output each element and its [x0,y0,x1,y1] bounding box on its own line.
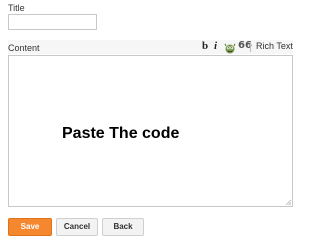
toolbar-divider [250,42,251,52]
bold-button[interactable]: b [202,40,208,52]
back-button[interactable]: Back [102,218,144,236]
monster-icon-svg [224,43,236,54]
content-text: Paste The code [62,125,180,142]
content-label: Content [8,43,40,53]
title-label: Title [8,3,25,13]
rich-text-tab[interactable]: Rich Text [256,41,293,51]
italic-button[interactable]: i [214,40,217,52]
save-button[interactable]: Save [8,218,52,236]
title-input[interactable] [8,14,97,30]
monster-icon[interactable] [224,41,236,54]
resize-grip-icon[interactable] [285,199,292,206]
cancel-button[interactable]: Cancel [56,218,98,236]
